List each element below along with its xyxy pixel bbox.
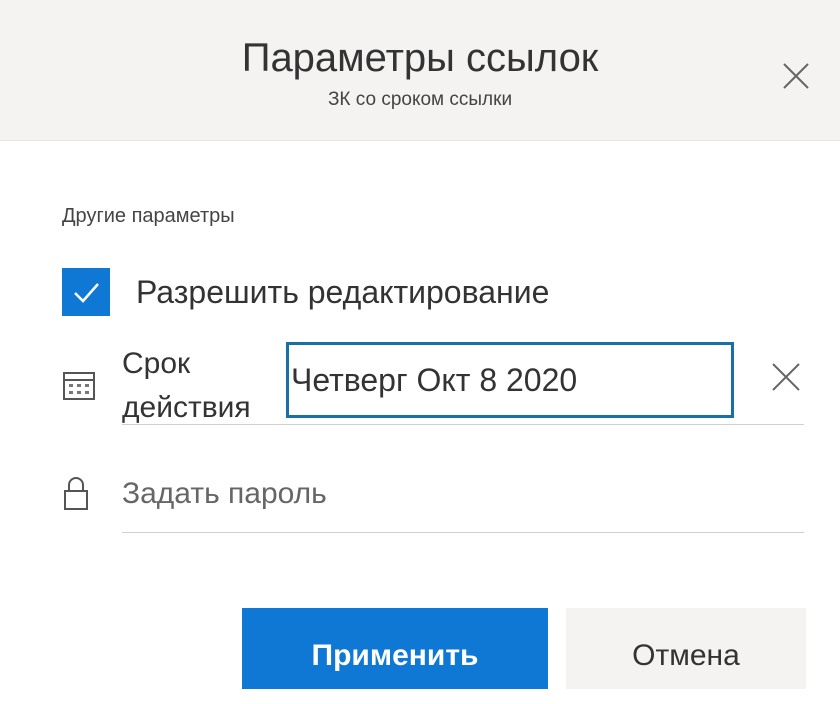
password-divider — [122, 532, 804, 533]
clear-date-button[interactable] — [765, 356, 807, 398]
expiry-label-line1: Срок — [122, 347, 191, 380]
dialog-title: Параметры ссылок — [241, 36, 599, 80]
dialog-subtitle: ЗК со сроком ссылки — [327, 89, 513, 110]
apply-button[interactable]: Применить — [242, 608, 548, 689]
password-field[interactable]: Задать пароль — [122, 470, 804, 526]
cancel-button[interactable]: Отмена — [566, 608, 806, 689]
allow-edit-label[interactable]: Разрешить редактирование — [136, 272, 549, 312]
calendar-icon — [62, 370, 98, 402]
checkmark-icon — [74, 283, 99, 303]
lock-icon — [62, 475, 90, 513]
close-icon — [772, 363, 800, 391]
allow-edit-checkbox[interactable] — [62, 268, 110, 316]
expiry-label: Срок действия — [122, 342, 282, 430]
expiry-divider — [122, 424, 804, 425]
close-icon — [783, 63, 809, 89]
expiry-date-input[interactable]: Четверг Окт 8 2020 — [286, 342, 734, 418]
close-button[interactable] — [772, 52, 820, 100]
dialog-header: Параметры ссылок ЗК со сроком ссылки — [0, 0, 840, 141]
other-settings-label: Другие параметры — [62, 205, 235, 227]
